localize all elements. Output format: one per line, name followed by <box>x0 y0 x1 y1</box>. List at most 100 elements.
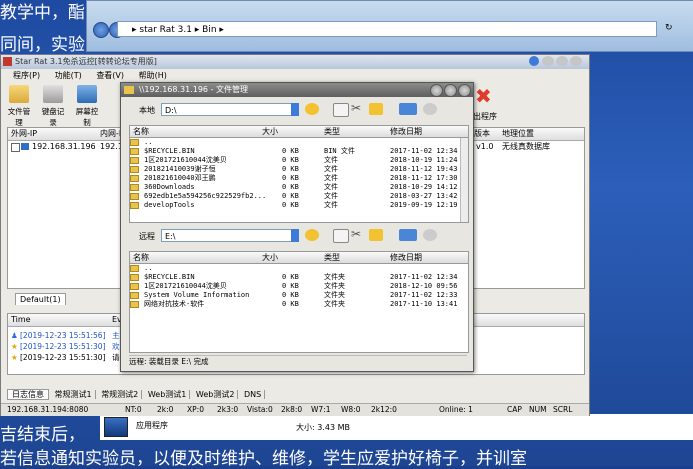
file-date: 2018-12-10 09:56 <box>390 282 458 290</box>
file-size: 0 KB <box>282 291 299 299</box>
menu-function[interactable]: 功能(T) <box>55 71 82 80</box>
file-row[interactable]: 2018216100​40邓王鹏 0 KB 文件 2018-11-12 17:30 <box>130 174 460 183</box>
tab-test2[interactable]: 常规测试2 <box>98 390 143 399</box>
local-path-dropdown-icon[interactable] <box>291 103 299 116</box>
host-checkbox[interactable] <box>11 143 20 152</box>
file-date: 2017-11-02 12:34 <box>390 273 458 281</box>
file-row[interactable]: 2018214100​39谢子恒 0 KB 文件 2018-11-12 19:43 <box>130 165 460 174</box>
app-maximize-button[interactable] <box>556 56 568 66</box>
file-date: 2018-10-19 11:24 <box>390 156 458 164</box>
file-name: 360Downloads <box>144 183 195 191</box>
close-x-icon[interactable]: ✖ <box>475 86 493 106</box>
file-row[interactable]: 360Downloads 0 KB 文件 2018-10-29 14:12 <box>130 183 460 192</box>
col-date[interactable]: 修改日期 <box>390 252 422 263</box>
application-icon <box>104 417 128 437</box>
col-name[interactable]: 名称 <box>133 252 149 263</box>
group-tab-default[interactable]: Default(1) <box>15 293 66 305</box>
file-date: 2018-03-27 13:42 <box>390 192 458 200</box>
col-type[interactable]: 类型 <box>324 252 340 263</box>
folder-icon <box>130 264 139 272</box>
col-version[interactable]: 版本 <box>474 128 490 140</box>
computer-icon <box>21 143 29 150</box>
file-row[interactable]: .. <box>130 138 460 147</box>
remote-path-select[interactable]: E:\ <box>161 229 299 242</box>
screen-control-button[interactable]: 屏幕控制 <box>73 85 101 128</box>
col-time[interactable]: Time <box>11 314 31 326</box>
menu-help[interactable]: 帮助(H) <box>139 71 167 80</box>
fm-minimize-button[interactable] <box>430 84 443 97</box>
keylogger-button[interactable]: 键盘记录 <box>39 85 67 128</box>
refresh-icon[interactable]: ↻ <box>665 23 673 33</box>
status-2k8: 2k8:0 <box>281 405 303 414</box>
local-scrollbar[interactable] <box>460 138 468 222</box>
folder-icon <box>130 165 139 173</box>
file-row[interactable]: $RECYCLE.BIN 0 KB BIN 文件 2017-11-02 12:34 <box>130 147 460 156</box>
file-type: 文件夹 <box>324 300 345 308</box>
file-manager-button[interactable]: 文件管理 <box>5 85 33 128</box>
file-type: 文件 <box>324 174 338 182</box>
new-folder-icon[interactable] <box>369 229 383 241</box>
file-row[interactable]: developTools 0 KB 文件 2019-09-19 12:19 <box>130 201 460 210</box>
file-date: 2017-11-02 12:34 <box>390 147 458 155</box>
tab-dns[interactable]: DNS <box>240 390 266 399</box>
app-close-button[interactable] <box>570 56 582 66</box>
col-size[interactable]: 大小 <box>262 252 278 263</box>
file-row[interactable]: $RECYCLE.BIN 0 KB 文件夹 2017-11-02 12:34 <box>130 273 460 282</box>
new-folder-icon[interactable] <box>369 103 383 115</box>
star-icon: ★ <box>11 353 18 362</box>
col-date[interactable]: 修改日期 <box>390 126 422 137</box>
file-row[interactable]: 网络对抗技术-软件 0 KB 文件夹 2017-11-10 13:41 <box>130 300 460 309</box>
app-help-icon[interactable] <box>529 56 539 66</box>
file-type: 文件 <box>324 156 338 164</box>
file-type: 文件夹 <box>324 291 345 299</box>
back-icon[interactable] <box>93 22 109 38</box>
local-file-list: 名称 大小 类型 修改日期 .. $RECYCLE.BIN 0 KB BIN 文件 20… <box>129 125 469 223</box>
cut-icon[interactable]: ✂ <box>351 227 361 241</box>
up-folder-icon[interactable] <box>305 103 319 115</box>
up-folder-icon[interactable] <box>305 229 319 241</box>
file-row[interactable]: .. <box>130 264 460 273</box>
drive-icon[interactable] <box>423 103 437 115</box>
copy-icon[interactable] <box>333 229 349 243</box>
menu-view[interactable]: 查看(V) <box>96 71 124 80</box>
file-name: 1区2017216100​44沈美贝 <box>144 282 227 290</box>
exit-program-label[interactable]: 出程序 <box>473 111 497 122</box>
file-name: 2018214100​39谢子恒 <box>144 165 216 173</box>
tab-web2[interactable]: Web测试2 <box>192 390 239 399</box>
status-2k3: 2k3:0 <box>217 405 239 414</box>
star-icon: ★ <box>11 342 18 351</box>
folder-icon <box>130 282 139 290</box>
remote-file-header: 名称 大小 类型 修改日期 <box>130 252 468 264</box>
file-type: BIN 文件 <box>324 147 355 155</box>
explorer-address-bar[interactable]: ▸ star Rat 3.1 ▸ Bin ▸ <box>117 21 657 37</box>
app-minimize-button[interactable] <box>542 56 554 66</box>
fm-close-button[interactable] <box>458 84 471 97</box>
fm-title: \\192.168.31.196 - 文件管理 <box>139 85 248 94</box>
col-geo[interactable]: 地理位置 <box>502 128 534 140</box>
status-bar: 192.168.31.194:8080 NT:0 2k:0 XP:0 2k3:0… <box>1 403 589 416</box>
view-mode-icon[interactable] <box>399 103 417 115</box>
copy-icon[interactable] <box>333 103 349 117</box>
col-type[interactable]: 类型 <box>324 126 340 137</box>
fm-maximize-button[interactable] <box>444 84 457 97</box>
col-name[interactable]: 名称 <box>133 126 149 137</box>
file-row[interactable]: 692edb1e5a594256c922529fb2... 0 KB 文件 2018-… <box>130 192 460 201</box>
local-path-select[interactable]: D:\ <box>161 103 299 116</box>
view-mode-icon[interactable] <box>399 229 417 241</box>
file-row[interactable]: 1区2017216100​44沈美贝 0 KB 文件夹 2018-12-10 09:5… <box>130 282 460 291</box>
folder-icon <box>130 192 139 200</box>
tab-web1[interactable]: Web测试1 <box>144 390 191 399</box>
col-size[interactable]: 大小 <box>262 126 278 137</box>
tab-log[interactable]: 日志信息 <box>7 389 49 400</box>
col-wan-ip[interactable]: 外网-IP <box>11 128 37 140</box>
file-row[interactable]: System Volume Information 0 KB 文件夹 2017-11-… <box>130 291 460 300</box>
monitor-icon <box>77 85 97 103</box>
fm-status-text: 远程: 装载目录 E:\ 完成 <box>129 357 209 366</box>
file-row[interactable]: 1区2017216100​44沈美贝 0 KB 文件 2018-10-19 11:24 <box>130 156 460 165</box>
drive-icon[interactable] <box>423 229 437 241</box>
log-time: [2019-12-23 15:51:56] <box>20 331 106 340</box>
remote-path-dropdown-icon[interactable] <box>291 229 299 242</box>
cut-icon[interactable]: ✂ <box>351 101 361 115</box>
tab-test1[interactable]: 常规测试1 <box>51 390 96 399</box>
menu-program[interactable]: 程序(P) <box>13 71 40 80</box>
